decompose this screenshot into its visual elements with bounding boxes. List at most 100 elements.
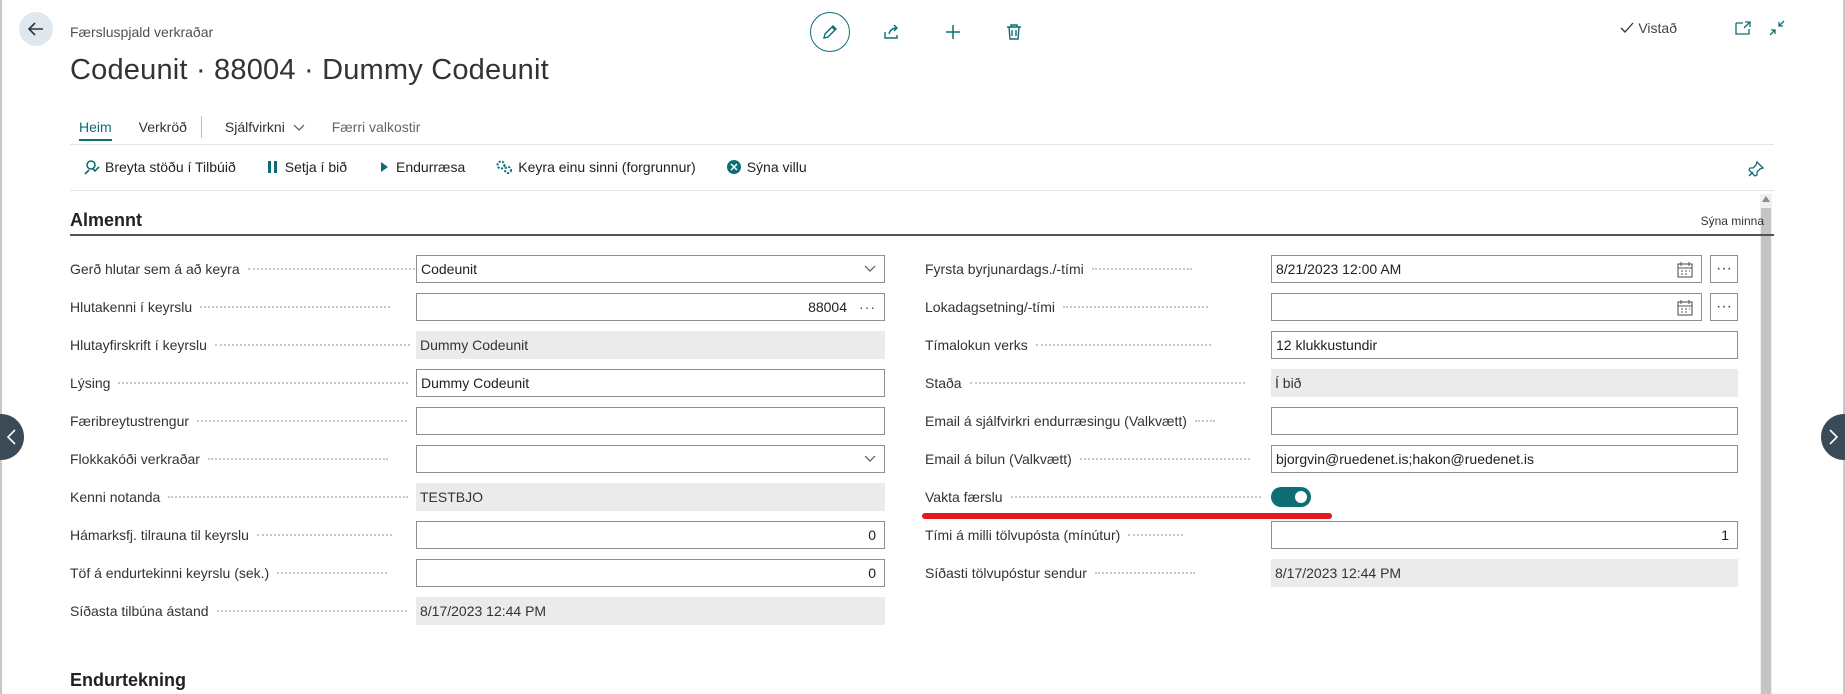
scrollbar-thumb[interactable] [1761,208,1771,694]
scroll-up-arrow[interactable] [1762,196,1770,202]
object-type-select[interactable]: Codeunit [416,255,885,283]
lookup-ellipsis-icon[interactable]: ··· [859,299,876,315]
chevron-down-icon [864,455,876,462]
play-icon [381,162,389,172]
share-button[interactable] [873,13,911,51]
calendar-icon[interactable] [1677,262,1693,278]
set-ready-label: Breyta stöðu í Tilbúið [105,159,236,175]
dotted-leader [1194,420,1215,422]
parameter-string-field[interactable] [416,407,885,435]
pin-icon [1748,160,1765,177]
category-code-select[interactable] [416,445,885,473]
run-once-button[interactable]: Keyra einu sinni (forgrunnur) [495,158,696,176]
dotted-leader [1091,268,1192,270]
section-title-general[interactable]: Almennt [70,210,142,231]
action-bar: Breyta stöðu í Tilbúið Setja í bið Endur… [82,158,837,176]
restart-button[interactable]: Endurræsa [377,159,465,175]
show-error-label: Sýna villu [746,159,807,175]
dotted-leader [1079,458,1250,460]
status-change-icon [84,160,100,175]
object-type-value: Codeunit [421,261,478,277]
label-text: Fyrsta byrjunardags./-tími [925,261,1084,277]
failure-email-field[interactable]: bjorgvin@ruedenet.is;hakon@ruedenet.is [1271,445,1738,473]
tab-fewer-options[interactable]: Færri valkostir [323,117,421,141]
label-text: Vakta færslu [925,489,1003,505]
field-label: Síðasta tilbúna ástand [70,597,407,625]
page-title: Codeunit · 88004 · Dummy Codeunit [70,54,549,86]
show-less-link[interactable]: Sýna minna [1701,214,1764,228]
open-new-window-button[interactable] [1735,21,1751,35]
back-button[interactable] [19,12,53,46]
trash-icon [1007,24,1021,40]
label-text: Tími á milli tölvupósta (mínútur) [925,527,1121,543]
dotted-leader [1010,496,1261,498]
max-attempts-field[interactable]: 0 [416,521,885,549]
label-text: Síðasti tölvupóstur sendur [925,565,1087,581]
delete-button[interactable] [995,13,1033,51]
dotted-leader [1062,306,1208,308]
last-ready-state-value: 8/17/2023 12:44 PM [420,603,547,619]
restart-email-field[interactable] [1271,407,1738,435]
calendar-icon[interactable] [1677,300,1693,316]
show-error-button[interactable]: Sýna villu [726,159,807,175]
section-title-recurrence[interactable]: Endurtekning [70,670,186,691]
object-id-field[interactable]: 88004 ··· [416,293,885,321]
user-id-field: TESTBJO [416,483,885,511]
pin-actions-button[interactable] [1747,160,1765,183]
field-label: Tími á milli tölvupósta (mínútur) [925,521,1184,549]
dotted-leader [197,420,408,422]
rerun-delay-field[interactable]: 0 [416,559,885,587]
new-button[interactable] [934,13,972,51]
ellipsis-icon: ··· [1716,298,1732,315]
dotted-leader [168,496,409,498]
chevron-down-icon [293,124,305,132]
label-text: Færibreytustrengur [70,413,190,429]
tab-verkrod[interactable]: Verkröð [130,117,187,141]
field-label: Hámarksfj. tilrauna til keyrslu [70,521,392,549]
dotted-leader [200,306,391,308]
label-text: Email á bilun (Valkvætt) [925,451,1072,467]
restart-label: Endurræsa [396,159,466,175]
email-interval-field[interactable]: 1 [1271,521,1738,549]
set-ready-button[interactable]: Breyta stöðu í Tilbúið [82,158,236,176]
hold-button[interactable]: Setja í bið [266,159,347,175]
end-datetime-more-button[interactable]: ··· [1710,293,1738,321]
last-email-sent-field: 8/17/2023 12:44 PM [1271,559,1738,587]
red-highlight-underline [922,513,1332,519]
description-field[interactable]: Dummy Codeunit [416,369,885,397]
field-label: Fyrsta byrjunardags./-tími [925,255,1192,283]
collapse-button[interactable] [1769,20,1785,36]
tab-heim[interactable]: Heim [70,117,112,141]
field-label: Email á sjálfvirkri endurræsingu (Valkvæ… [925,407,1215,435]
field-label: Tímalokun verks [925,331,1211,359]
tab-sjalfvirkni[interactable]: Sjálfvirkni [216,117,305,141]
field-label: Hlutakenni í keyrslu [70,293,391,321]
user-id-value: TESTBJO [420,489,484,505]
dotted-leader [1128,534,1184,536]
edit-button[interactable] [810,12,850,52]
tab-separator [200,116,202,138]
gears-icon [496,160,513,174]
end-datetime-field[interactable] [1271,293,1702,321]
open-external-icon [1735,21,1751,35]
job-timeout-field[interactable]: 12 klukkustundir [1271,331,1738,359]
field-label: Lýsing [70,369,409,397]
label-text: Hlutayfirskrift í keyrslu [70,337,207,353]
pause-icon [267,161,277,173]
dotted-leader [1094,572,1195,574]
earliest-start-value: 8/21/2023 12:00 AM [1276,261,1402,277]
object-id-value: 88004 [808,299,847,315]
rerun-delay-value: 0 [868,565,876,581]
field-label: Vakta færslu [925,483,1261,511]
monitor-entry-toggle[interactable] [1271,487,1311,507]
dotted-leader [256,534,392,536]
dotted-leader [216,610,407,612]
error-circle-icon [726,160,741,174]
label-text: Lokadagsetning/-tími [925,299,1055,315]
last-email-sent-value: 8/17/2023 12:44 PM [1275,565,1402,581]
label-text: Gerð hlutar sem á að keyra [70,261,240,277]
chevron-right-icon [1829,429,1839,445]
earliest-start-datetime-field[interactable]: 8/21/2023 12:00 AM [1271,255,1702,283]
earliest-start-more-button[interactable]: ··· [1710,255,1738,283]
field-label: Kenni notanda [70,483,409,511]
